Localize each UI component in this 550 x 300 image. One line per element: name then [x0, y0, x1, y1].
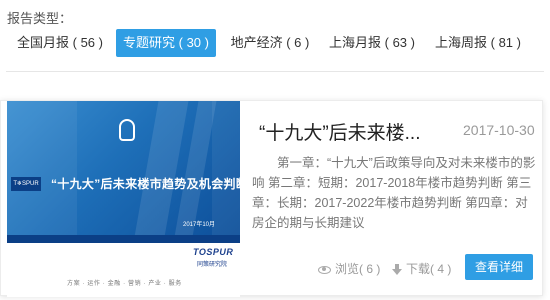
- views-count: 浏览( 6 ): [318, 260, 380, 277]
- tab-shanghai-weekly[interactable]: 上海周报 ( 81 ): [433, 29, 523, 57]
- thumbnail-tag: T❄SPUR: [11, 177, 41, 191]
- report-title[interactable]: “十九大”后未来楼...: [259, 118, 421, 145]
- emblem-icon: [119, 119, 135, 141]
- tospur-logo: TOSPUR: [193, 247, 234, 257]
- divider: [6, 71, 544, 72]
- tospur-logo-sub: 同策研究院: [197, 262, 228, 268]
- thumbnail-date: 2017年10月: [183, 222, 216, 228]
- filter-label: 报告类型：: [7, 11, 73, 26]
- thumbnail-footer: 方案 · 运作 · 金融 · 营销 · 产业 · 服务: [67, 281, 182, 287]
- report-description: 第一章：“十九大”后政策导向及对未来楼市的影响 第二章：短期：2017-2018…: [252, 156, 536, 230]
- thumbnail-cover: T❄SPUR “十九大”后未来楼市趋势及机会判断 2017年10月: [7, 101, 240, 235]
- report-date: 2017-10-30: [463, 122, 535, 138]
- view-details-button[interactable]: 查看详细: [465, 254, 533, 280]
- thumbnail-band: [7, 235, 240, 243]
- thumbnail-headline: “十九大”后未来楼市趋势及机会判断: [51, 177, 240, 191]
- downloads-count[interactable]: 下载( 4 ): [392, 260, 451, 277]
- report-thumbnail[interactable]: T❄SPUR “十九大”后未来楼市趋势及机会判断 2017年10月 TOSPUR…: [7, 101, 240, 297]
- tab-national-monthly[interactable]: 全国月报 ( 56 ): [17, 29, 103, 57]
- tab-real-estate-economy[interactable]: 地产经济 ( 6 ): [229, 29, 311, 57]
- report-type-tabs: 全国月报 ( 56 ) 专题研究 ( 30 ) 地产经济 ( 6 ) 上海月报 …: [0, 29, 550, 57]
- views-label: 浏览( 6 ): [335, 262, 381, 276]
- download-arrow-icon: [392, 263, 402, 276]
- downloads-label: 下载( 4 ): [406, 262, 452, 276]
- tab-shanghai-monthly[interactable]: 上海月报 ( 63 ): [327, 29, 417, 57]
- eye-icon: [318, 265, 331, 274]
- tab-special-research[interactable]: 专题研究 ( 30 ): [116, 29, 216, 57]
